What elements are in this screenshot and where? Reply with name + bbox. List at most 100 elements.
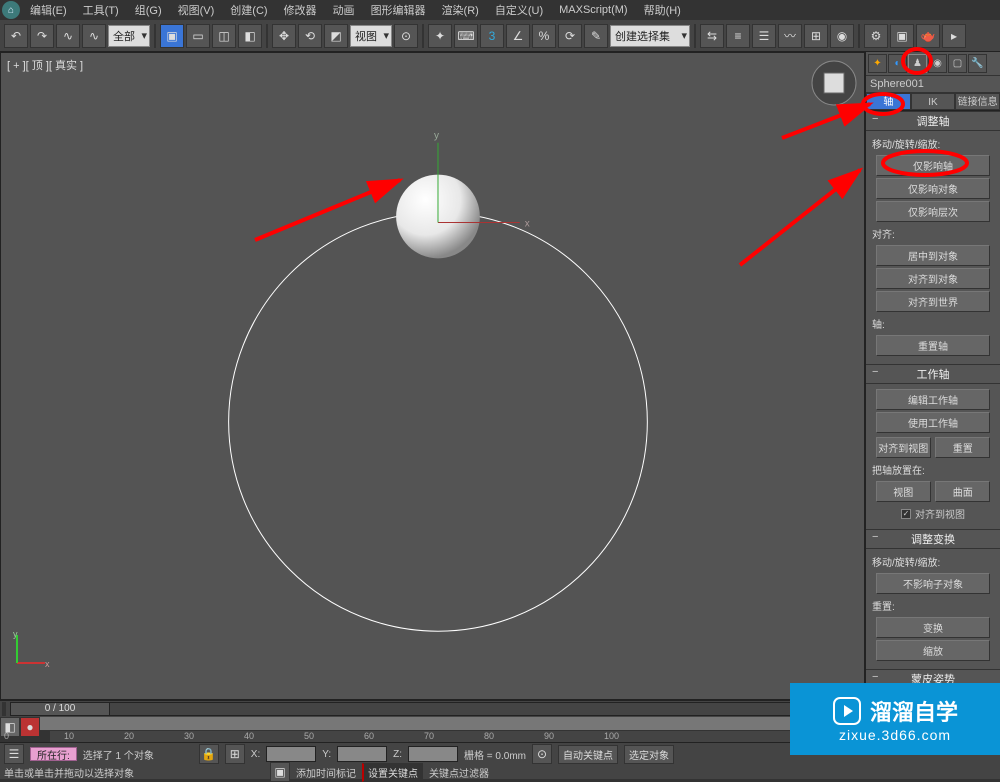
named-sel-dropdown[interactable]: 创建选择集 — [610, 25, 690, 47]
linkinfo-subtab[interactable]: 链接信息 — [955, 93, 1000, 110]
selection-filter-dropdown[interactable]: 全部 — [108, 25, 150, 47]
coordinate-display-icon[interactable]: ⊞ — [225, 744, 245, 764]
add-time-tag[interactable]: 添加时间标记 — [296, 765, 356, 780]
pivot-subtab[interactable]: 轴 — [866, 93, 911, 110]
render-prod-icon[interactable]: ▸ — [942, 24, 966, 48]
edit-working-pivot-button[interactable]: 编辑工作轴 — [876, 389, 989, 410]
surface-button[interactable]: 曲面 — [935, 481, 990, 502]
align-to-world-button[interactable]: 对齐到世界 — [876, 291, 989, 312]
menu-grapheditors[interactable]: 图形编辑器 — [365, 1, 432, 19]
align-to-object-button[interactable]: 对齐到对象 — [876, 268, 989, 289]
object-name-field[interactable]: Sphere001 — [866, 76, 1000, 93]
curve-editor-icon[interactable]: 〰 — [778, 24, 802, 48]
move-icon[interactable]: ✥ — [272, 24, 296, 48]
menu-help[interactable]: 帮助(H) — [638, 1, 687, 19]
affect-pivot-only-button[interactable]: 仅影响轴 — [876, 155, 989, 176]
menu-edit[interactable]: 编辑(E) — [24, 1, 73, 19]
key-filters-button[interactable]: 关键点过滤器 — [429, 765, 489, 780]
render-setup-icon[interactable]: ⚙ — [864, 24, 888, 48]
utilities-tab-icon[interactable]: 🔧 — [968, 54, 987, 73]
mini-listener-field[interactable]: 所在行: — [30, 747, 77, 761]
viewport-top[interactable]: [ + ][ 顶 ][ 真实 ] x y x y — [0, 52, 865, 700]
move-rotate-scale-label2: 移动/旋转/缩放: — [870, 552, 996, 571]
redo-icon[interactable]: ↷ — [30, 24, 54, 48]
ref-coord-dropdown[interactable]: 视图 — [350, 25, 392, 47]
render-frame-icon[interactable]: ▣ — [890, 24, 914, 48]
autokey-button[interactable]: 自动关键点 — [558, 745, 618, 764]
reset-button[interactable]: 重置 — [935, 437, 990, 458]
tick: 90 — [544, 731, 604, 742]
x-coord-input[interactable] — [266, 746, 316, 762]
viewcube-icon[interactable] — [810, 59, 858, 107]
motion-tab-icon[interactable]: ◉ — [928, 54, 947, 73]
align-to-view-checkbox-row[interactable]: ✓ 对齐到视图 — [870, 504, 996, 523]
isolate-icon[interactable]: ▣ — [270, 762, 290, 782]
dont-affect-children-button[interactable]: 不影响子对象 — [876, 573, 989, 594]
window-crossing-icon[interactable]: ◧ — [238, 24, 262, 48]
angle-snap-icon[interactable]: ∠ — [506, 24, 530, 48]
affect-hierarchy-only-button[interactable]: 仅影响层次 — [876, 201, 989, 222]
menu-modifiers[interactable]: 修改器 — [278, 1, 323, 19]
select-object-icon[interactable]: ▣ — [160, 24, 184, 48]
menu-rendering[interactable]: 渲染(R) — [436, 1, 485, 19]
maxscript-listener-icon[interactable]: ☰ — [4, 744, 24, 764]
edit-named-sel-icon[interactable]: ✎ — [584, 24, 608, 48]
align-icon[interactable]: ≡ — [726, 24, 750, 48]
working-pivot-rollout-title[interactable]: 工作轴 — [866, 364, 1000, 384]
render-icon[interactable]: 🫖 — [916, 24, 940, 48]
menu-group[interactable]: 组(G) — [129, 1, 168, 19]
reset-pivot-button[interactable]: 重置轴 — [876, 335, 989, 356]
setkey-button[interactable]: 设置关键点 — [362, 763, 423, 782]
rotate-icon[interactable]: ⟲ — [298, 24, 322, 48]
view-button[interactable]: 视图 — [876, 481, 931, 502]
create-tab-icon[interactable]: ✦ — [868, 54, 887, 73]
unlink-icon[interactable]: ∿ — [82, 24, 106, 48]
menu-maxscript[interactable]: MAXScript(M) — [553, 3, 633, 17]
layer-manager-icon[interactable]: ☰ — [752, 24, 776, 48]
adjust-pivot-rollout-title[interactable]: 调整轴 — [866, 111, 1000, 131]
pivot-center-icon[interactable]: ⊙ — [394, 24, 418, 48]
time-scrub-handle[interactable]: 0 / 100 — [10, 702, 110, 716]
z-coord-input[interactable] — [408, 746, 458, 762]
align-to-view-button[interactable]: 对齐到视图 — [876, 437, 931, 458]
ik-subtab[interactable]: IK — [911, 93, 956, 110]
mirror-icon[interactable]: ⇆ — [700, 24, 724, 48]
modify-tab-icon[interactable]: ◐ — [888, 54, 907, 73]
hierarchy-tab-icon[interactable]: ♟ — [908, 54, 927, 73]
app-logo-icon[interactable]: ⌂ — [2, 1, 20, 19]
select-name-icon[interactable]: ▭ — [186, 24, 210, 48]
snap-toggle-icon[interactable]: 3 — [480, 24, 504, 48]
menu-customize[interactable]: 自定义(U) — [489, 1, 549, 19]
checkbox-icon[interactable]: ✓ — [901, 509, 911, 519]
separator — [858, 24, 860, 48]
menu-view[interactable]: 视图(V) — [172, 1, 221, 19]
reset-scale-button[interactable]: 缩放 — [876, 640, 989, 661]
schematic-icon[interactable]: ⊞ — [804, 24, 828, 48]
spinner-snap-icon[interactable]: ⟳ — [558, 24, 582, 48]
display-tab-icon[interactable]: ▢ — [948, 54, 967, 73]
undo-icon[interactable]: ↶ — [4, 24, 28, 48]
lock-selection-icon[interactable]: 🔒 — [199, 744, 219, 764]
scroll-left-icon[interactable] — [2, 702, 6, 716]
affect-object-only-button[interactable]: 仅影响对象 — [876, 178, 989, 199]
scale-icon[interactable]: ◩ — [324, 24, 348, 48]
center-to-object-button[interactable]: 居中到对象 — [876, 245, 989, 266]
y-coord-input[interactable] — [337, 746, 387, 762]
select-region-icon[interactable]: ◫ — [212, 24, 236, 48]
reset-label: 重置: — [870, 596, 996, 615]
keyboard-shortcut-icon[interactable]: ⌨ — [454, 24, 478, 48]
tick: 70 — [424, 731, 484, 742]
material-editor-icon[interactable]: ◉ — [830, 24, 854, 48]
select-manipulate-icon[interactable]: ✦ — [428, 24, 452, 48]
reset-transform-button[interactable]: 变换 — [876, 617, 989, 638]
percent-snap-icon[interactable]: % — [532, 24, 556, 48]
selected-obj-dropdown[interactable]: 选定对象 — [624, 745, 674, 764]
adjust-transform-rollout-title[interactable]: 调整变换 — [866, 529, 1000, 549]
link-icon[interactable]: ∿ — [56, 24, 80, 48]
use-working-pivot-button[interactable]: 使用工作轴 — [876, 412, 989, 433]
adaptive-deg-icon[interactable]: ⊙ — [532, 744, 552, 764]
menu-create[interactable]: 创建(C) — [224, 1, 273, 19]
menu-tools[interactable]: 工具(T) — [77, 1, 125, 19]
menu-animation[interactable]: 动画 — [327, 1, 361, 19]
align-label: 对齐: — [870, 224, 996, 243]
